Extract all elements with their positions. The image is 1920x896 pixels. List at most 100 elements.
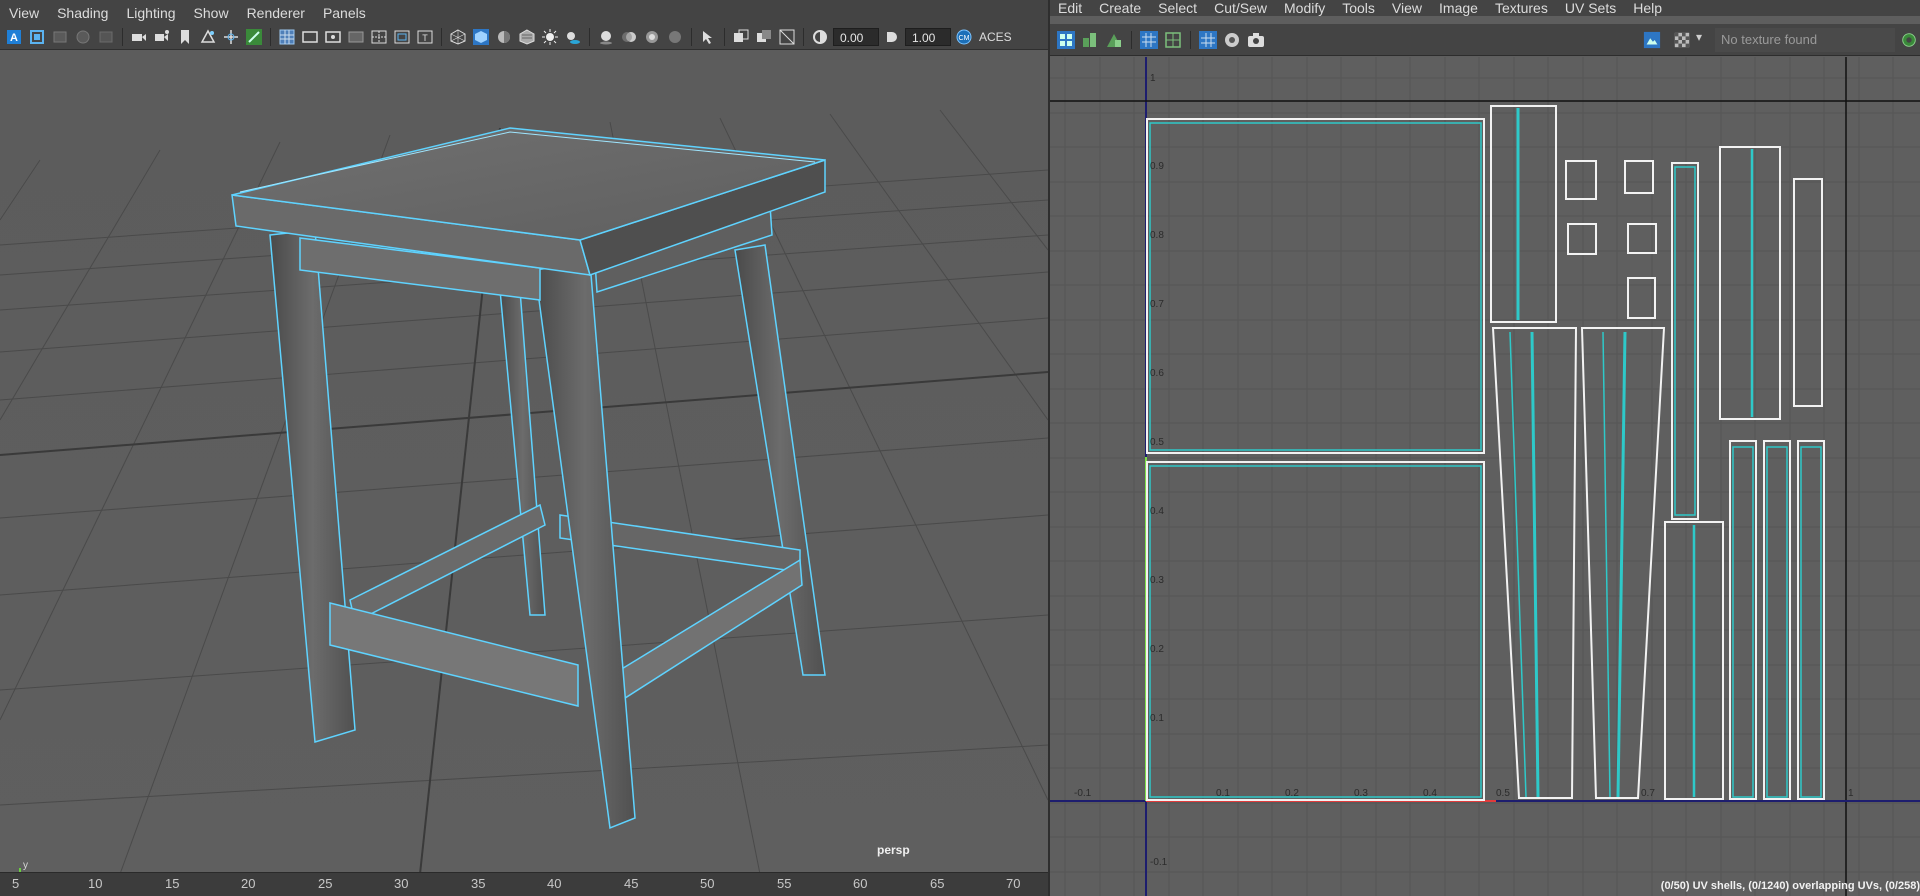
checker-map-icon[interactable] <box>1670 28 1694 52</box>
timeline-label: 20 <box>241 876 256 891</box>
texture-dropdown-arrow[interactable]: ▾ <box>1696 30 1702 44</box>
menu-lighting[interactable]: Lighting <box>117 0 184 26</box>
gamma-icon[interactable] <box>882 27 902 47</box>
uv-tick-label: 0.2 <box>1150 644 1164 655</box>
uv-menu-uv-sets[interactable]: UV Sets <box>1565 0 1625 16</box>
smooth-shade-icon[interactable] <box>471 27 491 47</box>
motion-blur-icon[interactable] <box>619 27 639 47</box>
timeline-label: 65 <box>930 876 945 891</box>
uv-menu-textures[interactable]: Textures <box>1495 0 1557 16</box>
menu-renderer[interactable]: Renderer <box>238 0 314 26</box>
timeline-label: 50 <box>700 876 715 891</box>
uv-menu-edit[interactable]: Edit <box>1058 0 1091 16</box>
grease-pencil-icon[interactable] <box>244 27 264 47</box>
safe-action-icon[interactable] <box>392 27 412 47</box>
timeline-label: 35 <box>471 876 486 891</box>
exposure-field[interactable]: 0.00 <box>833 27 879 46</box>
timeline-label: 15 <box>165 876 180 891</box>
gamma-field[interactable]: 1.00 <box>905 27 951 46</box>
uv-menu-create[interactable]: Create <box>1099 0 1150 16</box>
isolate-select-icon[interactable] <box>698 27 718 47</box>
select-camera-icon[interactable] <box>129 27 149 47</box>
gate-mask-icon[interactable] <box>346 27 366 47</box>
uv-menu-select[interactable]: Select <box>1158 0 1206 16</box>
uv-status-readout: (0/50) UV shells, (0/1240) overlapping U… <box>1660 880 1920 892</box>
field-chart-icon[interactable] <box>369 27 389 47</box>
uv-tick-label: -0.1 <box>1074 788 1092 799</box>
safe-title-icon[interactable]: T <box>415 27 435 47</box>
image-plane-icon[interactable] <box>198 27 218 47</box>
time-slider[interactable]: 5 10 15 20 25 30 35 40 45 50 55 60 65 70 <box>0 872 1048 896</box>
depth-of-field-icon[interactable] <box>665 27 685 47</box>
uv-layout-icon[interactable] <box>1080 30 1100 50</box>
uv-menu-image[interactable]: Image <box>1439 0 1487 16</box>
uv-checker-grid-icon[interactable] <box>1198 30 1218 50</box>
timeline-label: 60 <box>853 876 868 891</box>
uv-grid-icon[interactable] <box>1139 30 1159 50</box>
uv-menu-tools[interactable]: Tools <box>1342 0 1384 16</box>
ambient-occlusion-icon[interactable] <box>596 27 616 47</box>
soft-select-icon[interactable] <box>73 27 93 47</box>
uv-shells[interactable] <box>1146 105 1825 801</box>
uv-menu-modify[interactable]: Modify <box>1284 0 1334 16</box>
timeline-label: 70 <box>1006 876 1021 891</box>
component-mode-icon[interactable] <box>50 27 70 47</box>
uv-tick-label: 1 <box>1848 788 1854 799</box>
uv-tick-label: 0.1 <box>1216 788 1230 799</box>
uv-settings-icon[interactable] <box>1898 28 1920 52</box>
menu-panels[interactable]: Panels <box>314 0 375 26</box>
texture-selector[interactable]: No texture found <box>1715 28 1895 52</box>
uv-menu-view[interactable]: View <box>1392 0 1431 16</box>
uv-tick-label: 0.1 <box>1150 713 1164 724</box>
menu-view[interactable]: View <box>0 0 48 26</box>
camera-attributes-icon[interactable] <box>152 27 172 47</box>
uv-shell-select-icon[interactable] <box>1056 30 1076 50</box>
uv-canvas[interactable]: 1 0.9 0.8 0.7 0.6 0.5 0.4 0.3 0.2 0.1 -0… <box>1050 57 1920 896</box>
select-mode-icon[interactable]: A <box>4 27 24 47</box>
two-d-pan-icon[interactable] <box>221 27 241 47</box>
timeline-label: 10 <box>88 876 103 891</box>
color-management-label[interactable]: ACES <box>977 30 1012 44</box>
svg-text:y: y <box>23 860 28 871</box>
toolbar-separator <box>724 27 725 46</box>
svg-text:T: T <box>422 33 428 43</box>
grid-icon[interactable] <box>277 27 297 47</box>
exposure-icon[interactable] <box>810 27 830 47</box>
xray-joints-icon[interactable] <box>754 27 774 47</box>
uv-menu-cut-sew[interactable]: Cut/Sew <box>1214 0 1276 16</box>
xray-icon[interactable] <box>731 27 751 47</box>
image-display-icon[interactable] <box>1640 28 1664 52</box>
uv-layout <box>1050 57 1920 896</box>
toolbar-separator <box>270 27 271 46</box>
textured-icon[interactable] <box>517 27 537 47</box>
uv-texture-borders-icon[interactable] <box>1163 30 1183 50</box>
resolution-gate-icon[interactable] <box>323 27 343 47</box>
uv-menu-help[interactable]: Help <box>1633 0 1671 16</box>
uv-tick-label: 0.2 <box>1285 788 1299 799</box>
xray-components-icon[interactable] <box>777 27 797 47</box>
perspective-viewport[interactable]: y z <box>0 50 1048 874</box>
film-gate-icon[interactable] <box>300 27 320 47</box>
toolbar-separator <box>122 27 123 46</box>
shadows-icon[interactable] <box>563 27 583 47</box>
uv-snapshot-icon[interactable] <box>1246 30 1266 50</box>
uv-pixel-snap-icon[interactable] <box>1222 30 1242 50</box>
color-management-icon[interactable]: CM <box>954 27 974 47</box>
menu-shading[interactable]: Shading <box>48 0 117 26</box>
timeline-label: 30 <box>394 876 409 891</box>
uv-editor-panel: Edit Create Select Cut/Sew Modify Tools … <box>1050 0 1920 896</box>
uv-tick-label: 0.7 <box>1641 788 1655 799</box>
bookmark-icon[interactable] <box>175 27 195 47</box>
default-material-icon[interactable] <box>494 27 514 47</box>
menu-show[interactable]: Show <box>185 0 238 26</box>
uv-tick-label: 0.5 <box>1496 788 1510 799</box>
lights-icon[interactable] <box>540 27 560 47</box>
wireframe-icon[interactable] <box>448 27 468 47</box>
antialiasing-icon[interactable] <box>642 27 662 47</box>
timeline-label: 45 <box>624 876 639 891</box>
uv-tick-label: 0.5 <box>1150 437 1164 448</box>
reflection-icon[interactable] <box>96 27 116 47</box>
object-mode-icon[interactable] <box>27 27 47 47</box>
uv-tick-label: 0.4 <box>1150 506 1164 517</box>
uv-stack-icon[interactable] <box>1104 30 1124 50</box>
